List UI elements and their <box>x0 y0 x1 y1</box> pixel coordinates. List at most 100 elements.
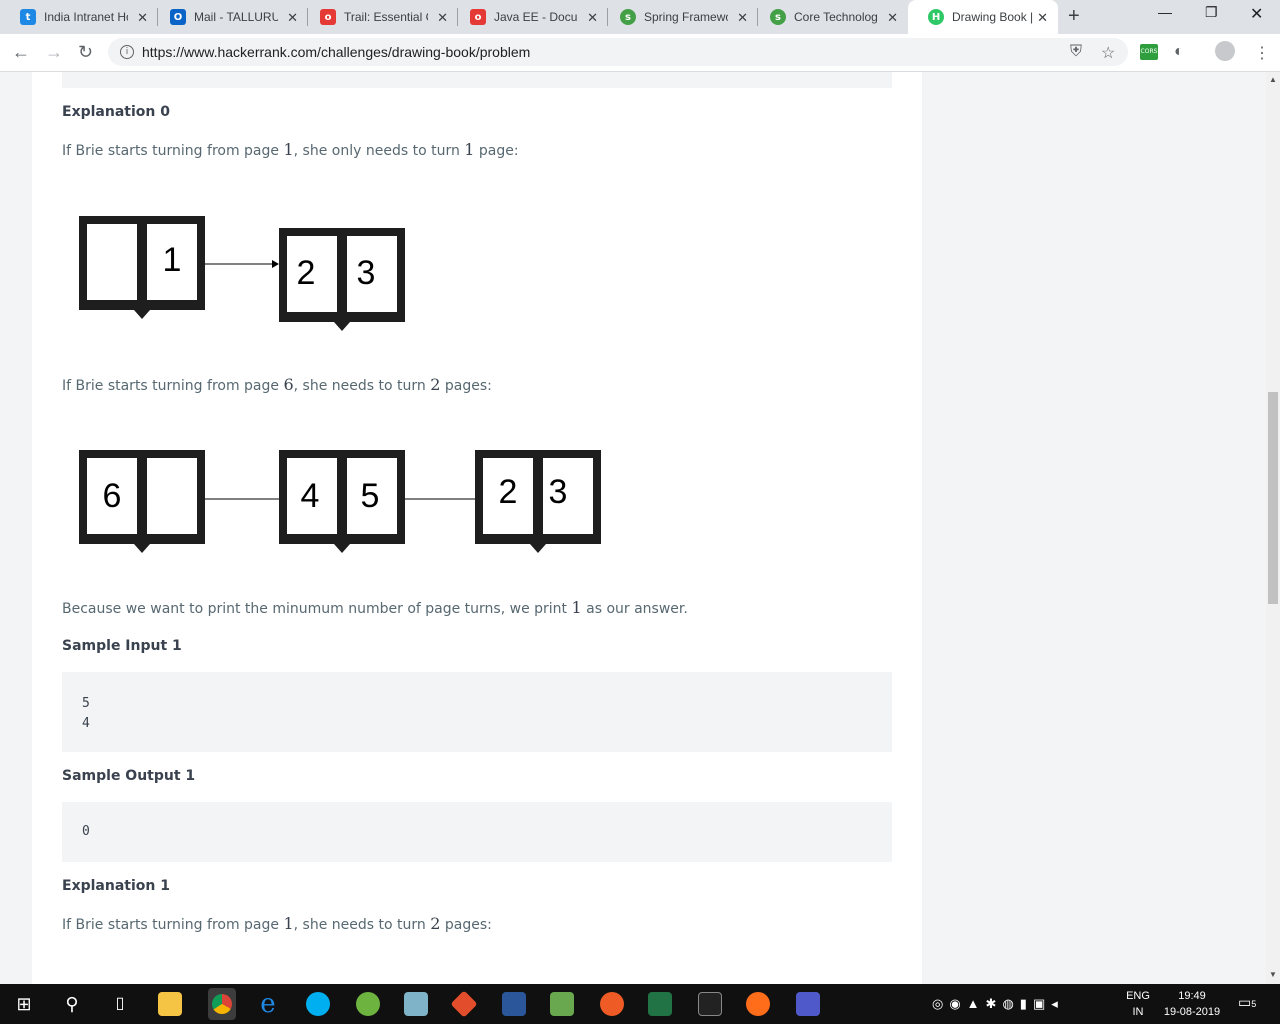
book-right-page-number: 3 <box>357 254 376 292</box>
page-turn-diagram-2: 6 4 5 2 3 <box>79 450 601 553</box>
book-illustration: 4 5 <box>279 450 405 553</box>
problem-content: Explanation 0 If Brie starts turning fro… <box>32 72 922 984</box>
text: Because we want to print the minumum num… <box>62 601 572 617</box>
minimize-icon[interactable]: — <box>1158 4 1172 20</box>
url-text: https://www.hackerrank.com/challenges/dr… <box>142 44 531 60</box>
explanation-0-line-3: Because we want to print the minumum num… <box>62 598 688 617</box>
window-close-icon[interactable]: ✕ <box>1250 4 1263 24</box>
word-icon[interactable] <box>502 992 526 1016</box>
text: , she needs to turn <box>293 917 431 933</box>
site-info-icon[interactable]: i <box>120 45 134 59</box>
page-turn-diagram-1: 1 2 3 <box>79 216 405 331</box>
tab-title: Drawing Book | <box>952 10 1034 24</box>
reload-icon[interactable]: ↻ <box>78 42 93 63</box>
close-tab-icon[interactable]: ✕ <box>587 10 598 26</box>
explanation-0-line-1: If Brie starts turning from page 1, she … <box>62 140 519 159</box>
spring-favicon-icon: s <box>620 9 636 25</box>
text: , she needs to turn <box>293 378 431 394</box>
tab-title: India Intranet Ho <box>44 10 128 24</box>
skype-icon[interactable] <box>306 992 330 1016</box>
file-explorer-icon[interactable] <box>158 992 182 1016</box>
close-tab-icon[interactable]: ✕ <box>437 10 448 26</box>
math-number: 1 <box>571 598 582 617</box>
tab-india-intranet[interactable]: t India Intranet Ho ✕ <box>0 0 158 34</box>
tray-icons[interactable]: ◎◉▲✱◍▮▣◂ <box>932 996 1064 1012</box>
tab-java-ee[interactable]: o Java EE - Docum ✕ <box>450 0 608 34</box>
oracle-favicon-icon: o <box>320 9 336 25</box>
language-indicator[interactable]: ENG IN <box>1122 988 1154 1020</box>
hackerrank-favicon-icon: H <box>928 9 944 25</box>
math-number: 1 <box>283 140 294 159</box>
intranet-favicon-icon: t <box>20 9 36 25</box>
address-bar[interactable]: i https://www.hackerrank.com/challenges/… <box>108 38 1128 66</box>
postman-icon[interactable] <box>600 992 624 1016</box>
action-center-icon[interactable]: ▭5 <box>1238 994 1256 1012</box>
tab-core-technologies[interactable]: s Core Technolog ✕ <box>750 0 908 34</box>
math-number: 6 <box>283 375 294 394</box>
chrome-icon[interactable] <box>208 988 236 1020</box>
profile-avatar-icon[interactable] <box>1215 41 1235 61</box>
close-tab-icon[interactable]: ✕ <box>887 10 898 26</box>
close-tab-icon[interactable]: ✕ <box>1037 10 1048 26</box>
internet-explorer-icon[interactable]: e <box>256 991 280 1017</box>
tab-title: Mail - TALLURU <box>194 10 278 24</box>
windows-start-icon[interactable]: ⊞ <box>12 992 36 1016</box>
menu-kebab-icon[interactable]: ⋮ <box>1254 43 1270 63</box>
tab-strip: t India Intranet Ho ✕ O Mail - TALLURU ✕… <box>0 0 1280 34</box>
explanation-0-heading: Explanation 0 <box>62 104 170 120</box>
close-tab-icon[interactable]: ✕ <box>737 10 748 26</box>
blocked-popup-icon[interactable]: ⛨ <box>1070 43 1082 61</box>
book-illustration: 2 3 <box>279 228 405 331</box>
git-icon[interactable] <box>450 990 478 1018</box>
book-left-page-number: 6 <box>103 477 122 515</box>
extension-circle-icon[interactable]: ◐ <box>1174 43 1184 61</box>
chart-app-icon[interactable] <box>550 992 574 1016</box>
tab-mail[interactable]: O Mail - TALLURU ✕ <box>150 0 308 34</box>
restore-icon[interactable]: ❐ <box>1205 4 1218 21</box>
text: page: <box>474 143 519 159</box>
scrollbar-thumb[interactable] <box>1268 392 1278 604</box>
arrow-connector <box>205 260 279 268</box>
search-icon[interactable]: ⚲ <box>60 992 84 1016</box>
scroll-up-arrow-icon[interactable]: ▲ <box>1269 75 1277 84</box>
browser-toolbar: ← → ↻ i https://www.hackerrank.com/chall… <box>0 34 1280 72</box>
spring-tool-suite-icon[interactable] <box>356 992 380 1016</box>
notification-count: 5 <box>1251 999 1257 1009</box>
notes-app-icon[interactable] <box>404 992 428 1016</box>
math-number: 1 <box>283 914 294 933</box>
explanation-1-line-1: If Brie starts turning from page 1, she … <box>62 914 492 933</box>
text: , she only needs to turn <box>293 143 465 159</box>
close-tab-icon[interactable]: ✕ <box>287 10 298 26</box>
bookmark-star-icon[interactable]: ☆ <box>1101 43 1115 63</box>
new-tab-icon[interactable]: + <box>1068 5 1080 28</box>
arrow-connector <box>205 495 291 503</box>
math-number: 2 <box>430 914 441 933</box>
scroll-down-arrow-icon[interactable]: ▼ <box>1269 970 1277 979</box>
tab-title: Trail: Essential C <box>344 10 428 24</box>
forward-icon[interactable]: → <box>45 42 63 63</box>
clock[interactable]: 19:49 19-08-2019 <box>1160 988 1224 1020</box>
book-illustration: 2 3 <box>475 450 601 553</box>
text: pages: <box>440 917 492 933</box>
cors-extension-icon[interactable]: CORS <box>1140 44 1158 60</box>
tab-trail-essential[interactable]: o Trail: Essential C ✕ <box>300 0 458 34</box>
math-number: 2 <box>430 375 441 394</box>
back-icon[interactable]: ← <box>12 42 30 63</box>
terminal-icon[interactable] <box>698 992 722 1016</box>
sublime-icon[interactable] <box>746 992 770 1016</box>
close-tab-icon[interactable]: ✕ <box>137 10 148 26</box>
book-right-page-number: 1 <box>163 241 182 279</box>
task-view-icon[interactable]: ▯ <box>108 992 132 1016</box>
region-code: IN <box>1132 1006 1144 1018</box>
teams-icon[interactable] <box>796 992 820 1016</box>
tab-drawing-book[interactable]: H Drawing Book | ✕ <box>908 0 1058 34</box>
language-code: ENG <box>1126 990 1150 1002</box>
vertical-scrollbar[interactable]: ▲ ▼ <box>1266 72 1280 984</box>
excel-icon[interactable] <box>648 992 672 1016</box>
clock-date: 19-08-2019 <box>1163 1006 1221 1018</box>
book-illustration: 1 <box>79 216 205 319</box>
book-left-page-number: 2 <box>499 473 518 511</box>
book-illustration: 6 <box>79 450 205 553</box>
text: as our answer. <box>581 601 688 617</box>
tab-spring-framework[interactable]: s Spring Framewo ✕ <box>600 0 758 34</box>
